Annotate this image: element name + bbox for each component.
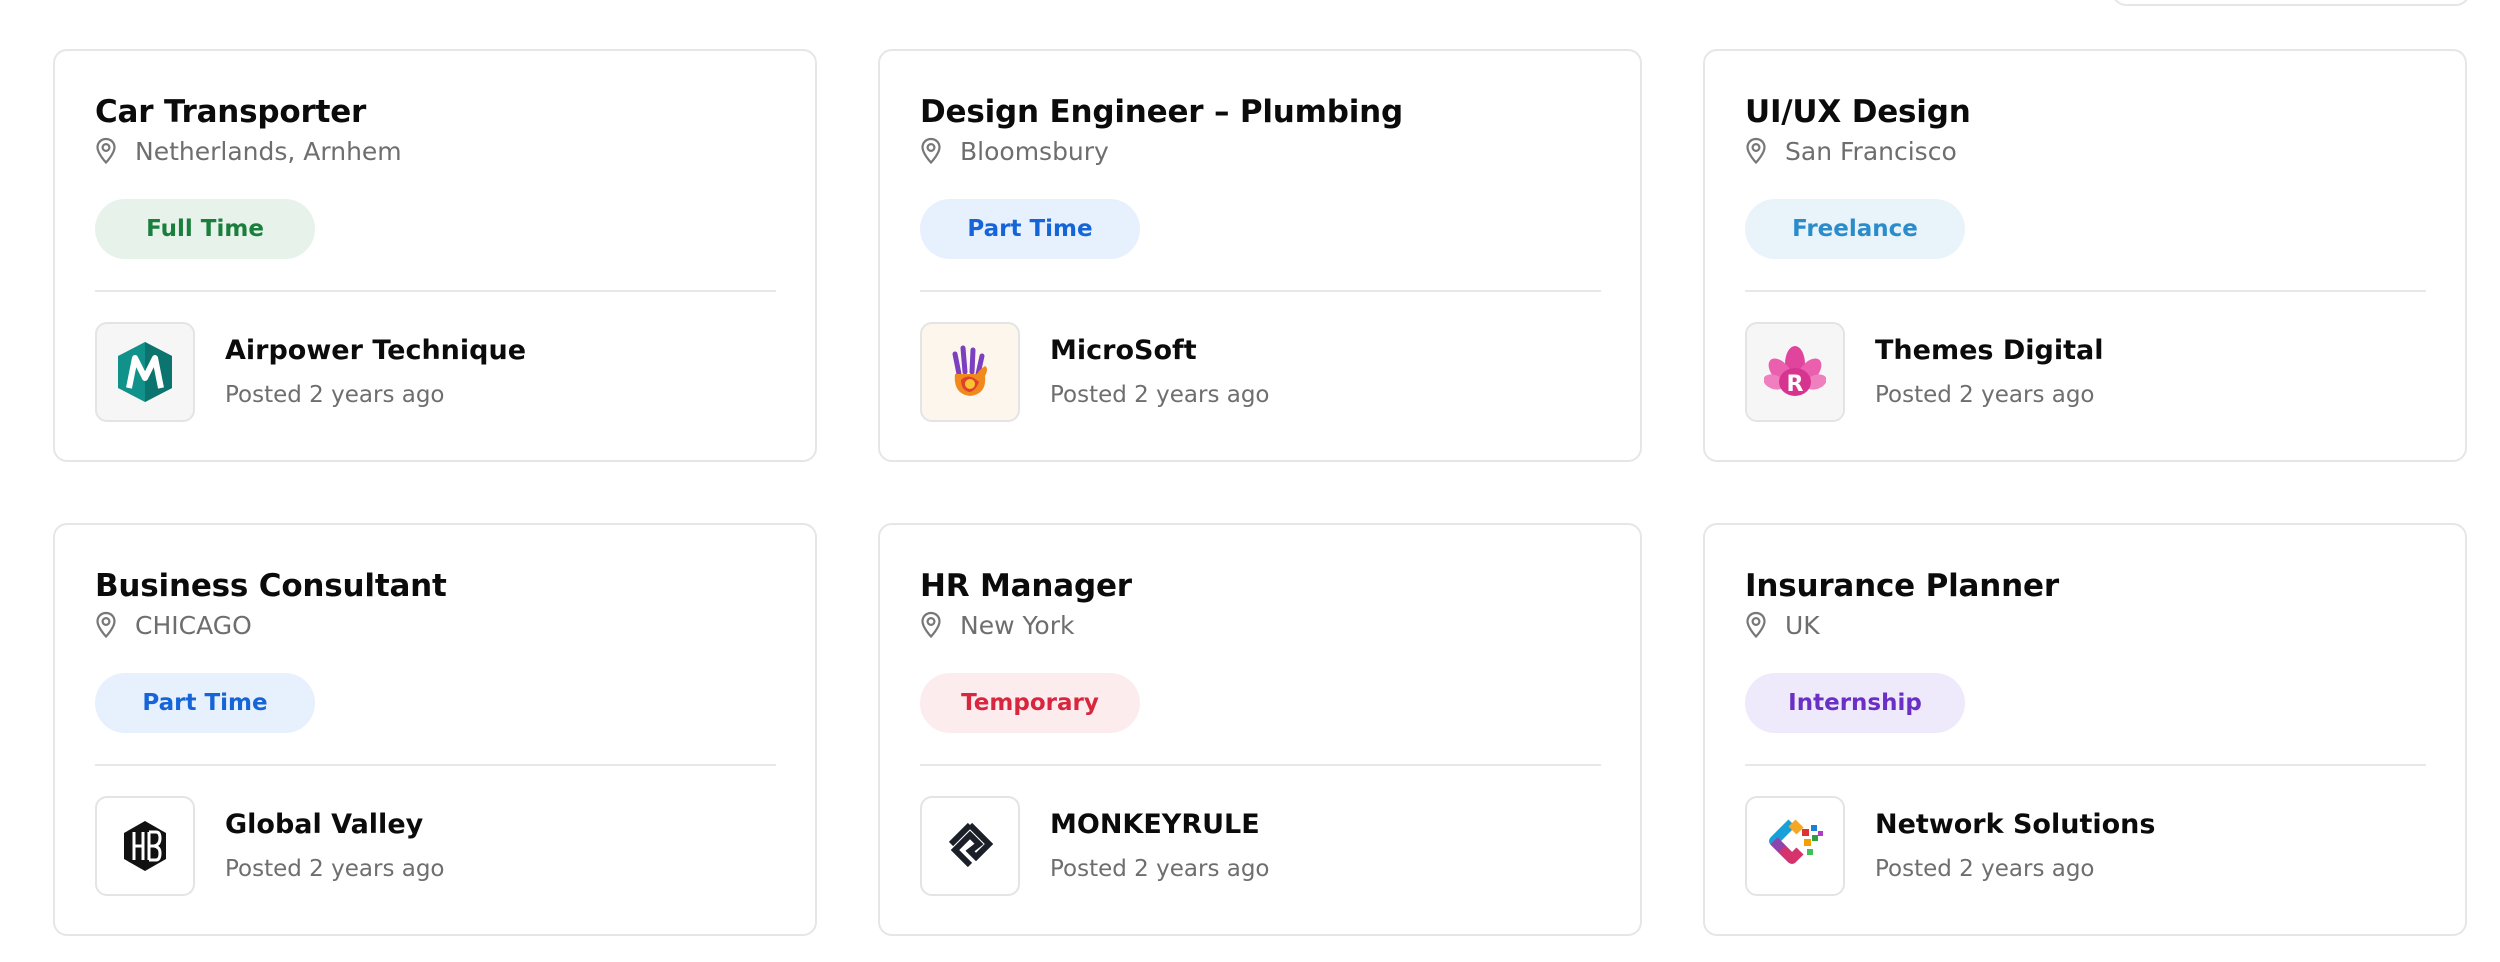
company-logo[interactable] <box>1745 796 1845 896</box>
posted-date: Posted 2 years ago <box>1050 856 1270 882</box>
location-text: UK <box>1785 610 1820 640</box>
job-type-badge: Part Time <box>95 673 315 733</box>
job-type-badge: Temporary <box>920 673 1140 733</box>
job-type-badge: Full Time <box>95 199 315 259</box>
location-pin-icon <box>96 137 116 165</box>
job-title[interactable]: UI/UX Design <box>1745 92 2426 132</box>
company-logo[interactable] <box>920 796 1020 896</box>
job-location: San Francisco <box>1745 134 2426 168</box>
posted-date: Posted 2 years ago <box>1050 382 1270 408</box>
job-title[interactable]: Design Engineer – Plumbing <box>920 92 1601 132</box>
teal-m-hexagon-logo-icon <box>118 342 172 402</box>
location-text: CHICAGO <box>135 610 252 640</box>
company-logo[interactable] <box>920 322 1020 422</box>
location-pin-icon <box>1746 611 1766 639</box>
sort-select[interactable] <box>2112 0 2470 6</box>
location-text: New York <box>960 610 1075 640</box>
job-title[interactable]: HR Manager <box>920 566 1601 606</box>
job-location: Netherlands, Arnhem <box>95 134 776 168</box>
job-card[interactable]: Insurance Planner UK Internship Network … <box>1703 523 2467 936</box>
company-name[interactable]: MONKEYRULE <box>1050 808 1270 842</box>
job-card[interactable]: HR Manager New York Temporary MONKEYRULE… <box>878 523 1642 936</box>
company-logo[interactable]: R <box>1745 322 1845 422</box>
job-location: New York <box>920 608 1601 642</box>
diamond-s-logo-icon <box>948 822 994 868</box>
hexagon-hb-logo-icon <box>124 821 166 871</box>
svg-text:R: R <box>1787 372 1804 397</box>
colorful-hand-logo-icon <box>952 345 987 396</box>
posted-date: Posted 2 years ago <box>225 382 445 408</box>
location-text: Bloomsbury <box>960 136 1109 166</box>
multicolor-c-pixel-logo-icon <box>1769 819 1823 864</box>
card-divider <box>1745 764 2426 766</box>
card-divider <box>95 290 776 292</box>
card-divider <box>95 764 776 766</box>
company-name[interactable]: Themes Digital <box>1875 334 2104 368</box>
job-type-badge: Freelance <box>1745 199 1965 259</box>
job-location: CHICAGO <box>95 608 776 642</box>
card-divider <box>920 290 1601 292</box>
company-name[interactable]: MicroSoft <box>1050 334 1270 368</box>
job-location: UK <box>1745 608 2426 642</box>
location-pin-icon <box>921 137 941 165</box>
job-title[interactable]: Insurance Planner <box>1745 566 2426 606</box>
job-title[interactable]: Car Transporter <box>95 92 776 132</box>
company-logo[interactable] <box>95 322 195 422</box>
job-location: Bloomsbury <box>920 134 1601 168</box>
company-name[interactable]: Global Valley <box>225 808 445 842</box>
job-card[interactable]: UI/UX Design San Francisco Freelance R T <box>1703 49 2467 462</box>
job-card[interactable]: Design Engineer – Plumbing Bloomsbury Pa… <box>878 49 1642 462</box>
location-text: San Francisco <box>1785 136 1957 166</box>
company-info: MicroSoft Posted 2 years ago <box>920 322 1601 422</box>
company-info: Global Valley Posted 2 years ago <box>95 796 776 896</box>
job-listings-grid: Car Transporter Netherlands, Arnhem Full… <box>53 49 2467 936</box>
posted-date: Posted 2 years ago <box>1875 856 2095 882</box>
location-text: Netherlands, Arnhem <box>135 136 402 166</box>
card-divider <box>1745 290 2426 292</box>
location-pin-icon <box>96 611 116 639</box>
posted-date: Posted 2 years ago <box>1875 382 2095 408</box>
job-card[interactable]: Car Transporter Netherlands, Arnhem Full… <box>53 49 817 462</box>
location-pin-icon <box>921 611 941 639</box>
location-pin-icon <box>1746 137 1766 165</box>
posted-date: Posted 2 years ago <box>225 856 445 882</box>
pink-lotus-r-logo-icon: R <box>1764 346 1826 397</box>
job-card[interactable]: Business Consultant CHICAGO Part Time Gl… <box>53 523 817 936</box>
company-info: R Themes Digital Posted 2 years ago <box>1745 322 2426 422</box>
company-name[interactable]: Airpower Technique <box>225 334 526 368</box>
company-info: MONKEYRULE Posted 2 years ago <box>920 796 1601 896</box>
company-logo[interactable] <box>95 796 195 896</box>
job-type-badge: Part Time <box>920 199 1140 259</box>
company-name[interactable]: Network Solutions <box>1875 808 2155 842</box>
company-info: Network Solutions Posted 2 years ago <box>1745 796 2426 896</box>
job-title[interactable]: Business Consultant <box>95 566 776 606</box>
card-divider <box>920 764 1601 766</box>
company-info: Airpower Technique Posted 2 years ago <box>95 322 776 422</box>
job-type-badge: Internship <box>1745 673 1965 733</box>
